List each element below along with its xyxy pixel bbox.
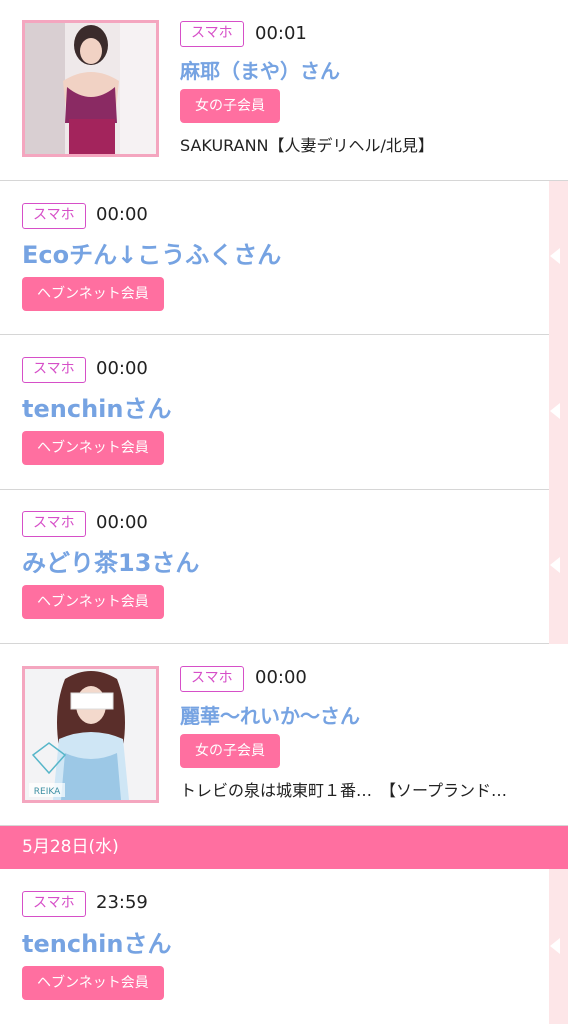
device-badge: スマホ — [22, 511, 86, 537]
list-item[interactable]: スマホ 00:00 tenchinさん ヘブンネット会員 — [0, 335, 549, 490]
side-strip-lower — [549, 869, 568, 1024]
user-name-link[interactable]: Ecoチん↓こうふくさん — [22, 235, 281, 270]
device-badge: スマホ — [22, 891, 86, 917]
timestamp: 00:00 — [255, 667, 307, 688]
side-strip — [549, 181, 568, 644]
user-name-link[interactable]: tenchinさん — [22, 924, 171, 959]
member-badge: ヘブンネット会員 — [22, 277, 164, 311]
profile-photo-icon: REIKA — [25, 669, 156, 800]
avatar[interactable]: REIKA — [22, 666, 159, 803]
timestamp: 00:00 — [96, 358, 148, 379]
list-item[interactable]: REIKA スマホ 00:00 麗華〜れいか〜さん 女の子会員 トレビの泉は城東… — [0, 644, 568, 826]
member-badge: ヘブンネット会員 — [22, 585, 164, 619]
list-item[interactable]: スマホ 00:00 Ecoチん↓こうふくさん ヘブンネット会員 — [0, 181, 549, 335]
timestamp: 23:59 — [96, 892, 148, 913]
svg-text:REIKA: REIKA — [34, 787, 61, 797]
member-badge: 女の子会員 — [180, 89, 280, 123]
history-list: スマホ 00:01 麻耶（まや）さん 女の子会員 SAKURANN【人妻デリヘル… — [0, 0, 568, 1024]
timestamp: 00:00 — [96, 512, 148, 533]
user-name-link[interactable]: 麗華〜れいか〜さん — [180, 700, 360, 729]
timestamp: 00:00 — [96, 204, 148, 225]
list-item[interactable]: スマホ 23:59 tenchinさん ヘブンネット会員 — [0, 869, 549, 1024]
user-name-link[interactable]: 麻耶（まや）さん — [180, 55, 340, 84]
shop-name[interactable]: SAKURANN【人妻デリヘル/北見】 — [180, 132, 434, 156]
device-badge: スマホ — [180, 21, 244, 47]
avatar[interactable] — [22, 20, 159, 157]
user-name-link[interactable]: tenchinさん — [22, 389, 171, 424]
shop-name[interactable]: トレビの泉は城東町１番… 【ソープランド… — [180, 777, 507, 801]
member-badge: 女の子会員 — [180, 734, 280, 768]
list-item[interactable]: スマホ 00:00 みどり茶13さん ヘブンネット会員 — [0, 490, 549, 644]
date-header: 5月28日(水) — [0, 826, 568, 869]
device-badge: スマホ — [22, 357, 86, 383]
member-badge: ヘブンネット会員 — [22, 966, 164, 1000]
device-badge: スマホ — [180, 666, 244, 692]
profile-photo-icon — [25, 23, 156, 154]
device-badge: スマホ — [22, 203, 86, 229]
timestamp: 00:01 — [255, 23, 307, 44]
user-name-link[interactable]: みどり茶13さん — [22, 543, 199, 578]
list-item[interactable]: スマホ 00:01 麻耶（まや）さん 女の子会員 SAKURANN【人妻デリヘル… — [0, 0, 568, 181]
member-badge: ヘブンネット会員 — [22, 431, 164, 465]
